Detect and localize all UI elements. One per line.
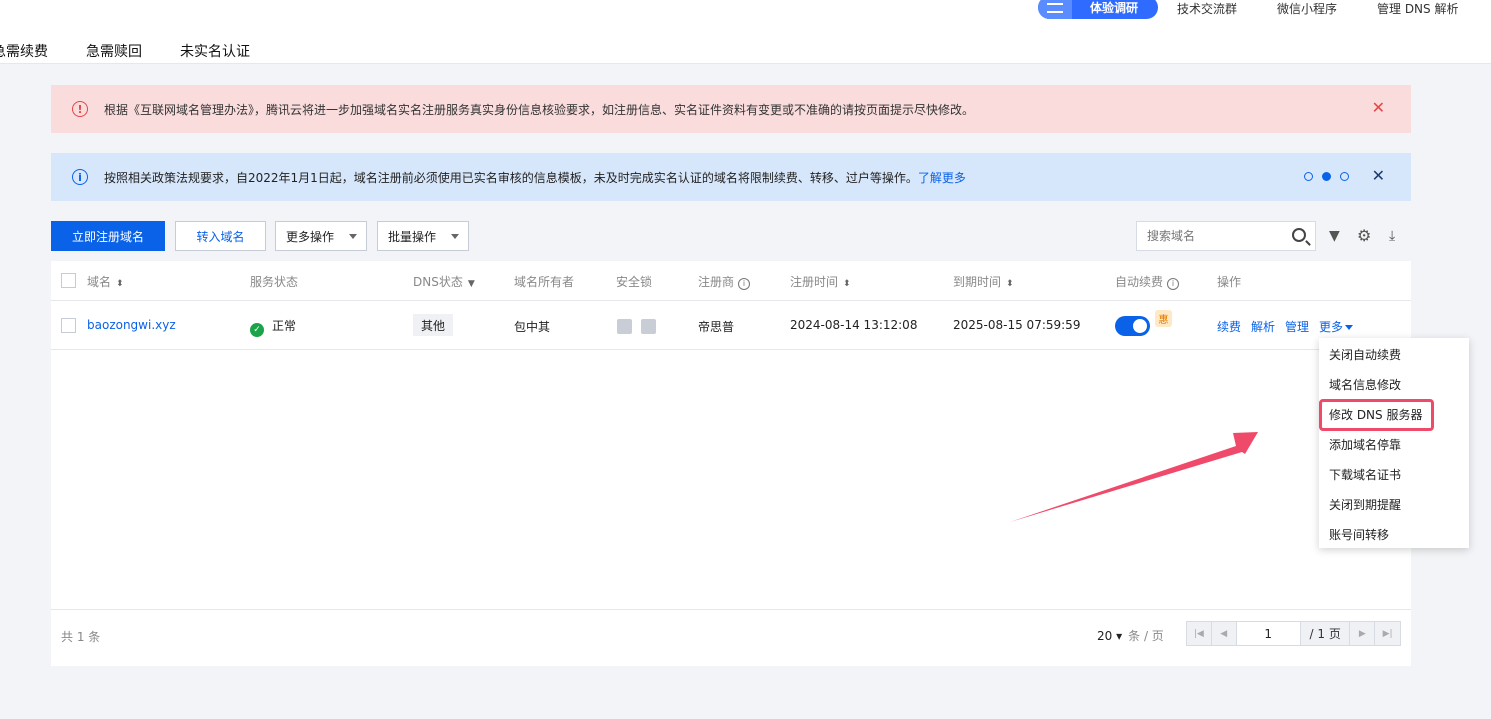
annotation-arrow-icon bbox=[1010, 432, 1258, 522]
